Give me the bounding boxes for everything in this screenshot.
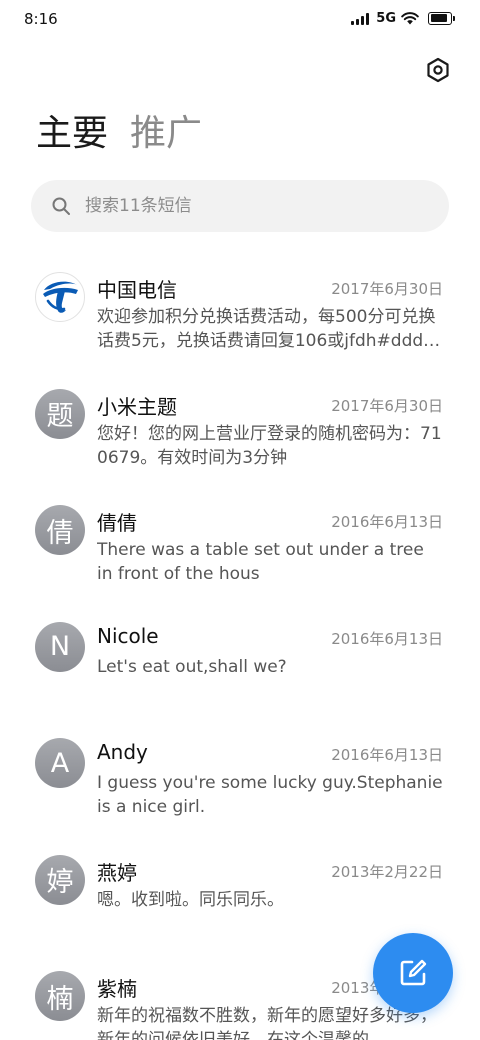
contact-name: 中国电信 <box>97 278 177 302</box>
contact-name: 倩倩 <box>97 511 137 535</box>
tab-promotions[interactable]: 推广 <box>130 112 202 156</box>
avatar: N <box>35 621 85 672</box>
status-bar: 8:16 5G <box>0 0 480 40</box>
contact-name: 燕婷 <box>97 860 137 885</box>
contact-name: 小米主题 <box>97 394 177 419</box>
network-type: 5G <box>376 11 396 26</box>
messages-screen: 8:16 5G 主要 推广 搜索11条短信 中国电信 2017年6月30日 欢迎… <box>0 0 480 1040</box>
signal-icon <box>351 12 370 25</box>
contact-name: Andy <box>97 740 148 764</box>
conversation-list: 中国电信 2017年6月30日 欢迎参加积分兑换话费活动，每500分可兑换话费5… <box>0 262 480 1040</box>
settings-button[interactable] <box>424 56 452 84</box>
conversation-item[interactable]: A Andy 2016年6月13日 I guess you're some lu… <box>0 728 480 845</box>
status-indicators: 5G <box>351 11 455 26</box>
category-tabs: 主要 推广 <box>36 112 202 156</box>
message-preview: I guess you're some lucky guy.Stephanie … <box>97 773 443 817</box>
avatar: 楠 <box>35 971 85 1021</box>
conversation-item[interactable]: 倩 倩倩 2016年6月13日 There was a table set ou… <box>0 495 480 612</box>
battery-icon <box>428 12 455 25</box>
search-icon <box>51 196 71 216</box>
message-date: 2016年6月13日 <box>331 629 443 648</box>
message-date: 2017年6月30日 <box>331 396 443 415</box>
avatar: 婷 <box>35 854 85 905</box>
compose-button[interactable] <box>373 933 453 1013</box>
avatar: 倩 <box>35 505 85 555</box>
conversation-item[interactable]: 中国电信 2017年6月30日 欢迎参加积分兑换话费活动，每500分可兑换话费5… <box>0 262 480 379</box>
message-preview: Let's eat out,shall we? <box>97 656 287 677</box>
message-date: 2016年6月13日 <box>331 746 443 764</box>
search-input[interactable] <box>83 195 407 217</box>
search-bar[interactable] <box>31 180 449 232</box>
avatar: A <box>35 738 85 788</box>
message-preview: 您好！您的网上营业厅登录的随机密码为：710679。有效时间为3分钟 <box>97 423 442 468</box>
status-time: 8:16 <box>24 10 58 28</box>
message-preview: There was a table set out under a tree i… <box>97 540 424 584</box>
settings-hexagon-icon <box>427 57 449 83</box>
message-date: 2016年6月13日 <box>331 513 443 531</box>
message-date: 2017年6月30日 <box>331 280 443 298</box>
avatar: 题 <box>35 388 85 439</box>
message-preview: 嗯。收到啦。同乐同乐。 <box>97 889 284 910</box>
compose-icon <box>400 959 427 986</box>
conversation-item[interactable]: N Nicole 2016年6月13日 Let's eat out,shall … <box>0 612 480 729</box>
wifi-icon <box>401 12 419 25</box>
tab-main[interactable]: 主要 <box>36 112 108 156</box>
contact-name: 紫楠 <box>97 977 137 1001</box>
contact-name: Nicole <box>97 623 159 648</box>
china-telecom-logo <box>35 272 85 322</box>
conversation-item[interactable]: 题 小米主题 2017年6月30日 您好！您的网上营业厅登录的随机密码为：710… <box>0 379 480 496</box>
message-preview: 新年的祝福数不胜数，新年的愿望好多好多，新年的问候依旧美好，在这个温馨的 <box>97 1006 437 1040</box>
message-date: 2013年2月22日 <box>331 862 443 881</box>
message-preview: 欢迎参加积分兑换话费活动，每500分可兑换话费5元，兑换话费请回复106或jfd… <box>97 307 436 351</box>
